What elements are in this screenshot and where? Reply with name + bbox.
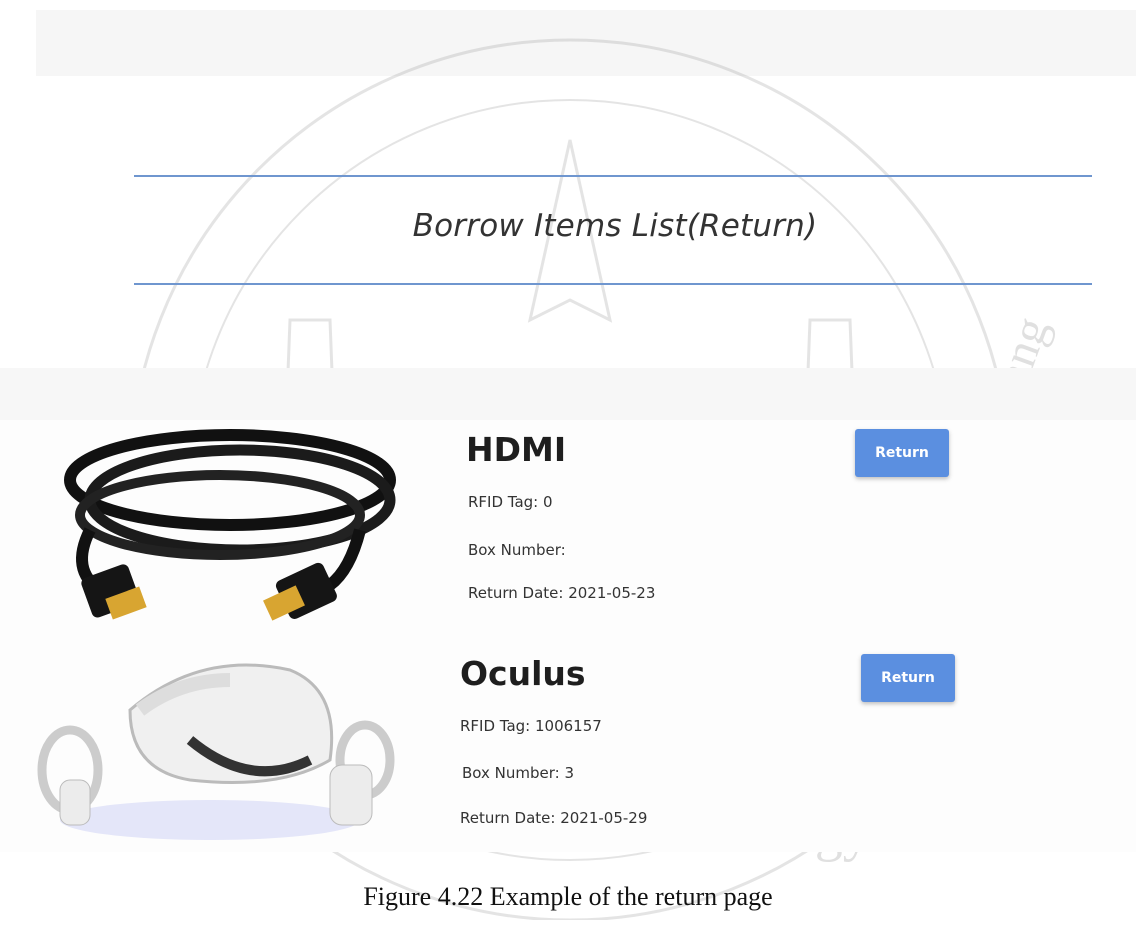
- return-date-text: Return Date: 2021-05-23: [468, 584, 656, 602]
- items-header-band: [0, 368, 1136, 420]
- rfid-tag-text: RFID Tag: 1006157: [460, 717, 602, 735]
- hdmi-cable-icon: [64, 429, 396, 621]
- return-button-oculus[interactable]: Return: [861, 654, 955, 702]
- item-name: Oculus: [460, 654, 586, 693]
- rfid-tag-text: RFID Tag: 0: [468, 493, 553, 511]
- page-title: Borrow Items List(Return): [412, 208, 818, 244]
- return-button-hdmi[interactable]: Return: [855, 429, 949, 477]
- box-number-text: Box Number: 3: [462, 764, 575, 782]
- box-number-text: Box Number:: [468, 541, 566, 559]
- top-header-bar: [36, 10, 1136, 76]
- vr-headset-icon: [37, 663, 395, 840]
- item-name: HDMI: [466, 430, 567, 469]
- return-date-text: Return Date: 2021-05-29: [460, 809, 648, 827]
- title-divider-bottom: [134, 283, 1092, 285]
- figure-caption: Figure 4.22 Example of the return page: [363, 882, 773, 911]
- title-divider-top: [134, 175, 1092, 177]
